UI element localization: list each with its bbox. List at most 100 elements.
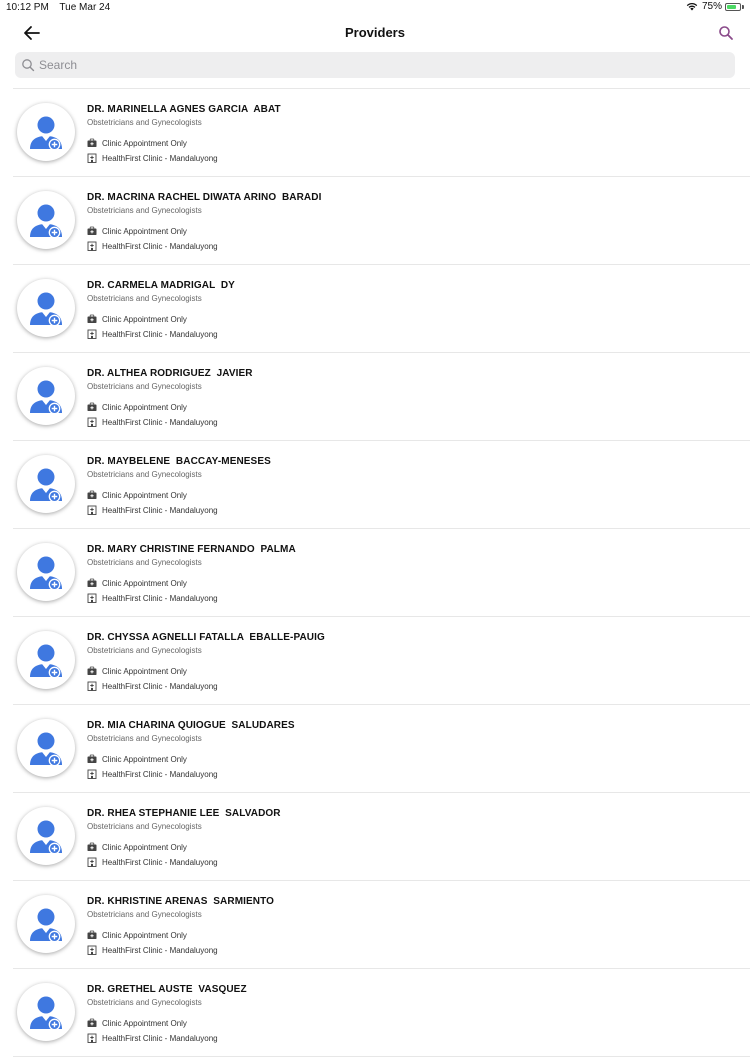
provider-name: DR. MAYBELENE BACCAY-MENESES	[87, 456, 271, 467]
appointment-row: Clinic Appointment Only	[87, 314, 187, 324]
appointment-row: Clinic Appointment Only	[87, 666, 187, 676]
doctor-avatar-icon	[30, 468, 62, 503]
provider-name: DR. MARY CHRISTINE FERNANDO PALMA	[87, 544, 296, 555]
clinic-row: HealthFirst Clinic - Mandaluyong	[87, 1033, 218, 1043]
doctor-avatar-icon	[30, 556, 62, 591]
medical-briefcase-icon	[87, 930, 97, 939]
provider-avatar	[17, 103, 75, 161]
clinic-text: HealthFirst Clinic - Mandaluyong	[102, 417, 218, 427]
appointment-row: Clinic Appointment Only	[87, 490, 187, 500]
provider-name: DR. ALTHEA RODRIGUEZ JAVIER	[87, 368, 253, 379]
clinic-row: HealthFirst Clinic - Mandaluyong	[87, 681, 218, 691]
doctor-avatar-icon	[30, 644, 62, 679]
clinic-text: HealthFirst Clinic - Mandaluyong	[102, 505, 218, 515]
hospital-icon	[87, 241, 97, 251]
medical-briefcase-icon	[87, 578, 97, 587]
clinic-text: HealthFirst Clinic - Mandaluyong	[102, 241, 218, 251]
provider-list-item[interactable]: DR. MARY CHRISTINE FERNANDO PALMA Obstet…	[13, 529, 750, 617]
clinic-row: HealthFirst Clinic - Mandaluyong	[87, 857, 218, 867]
clinic-text: HealthFirst Clinic - Mandaluyong	[102, 681, 218, 691]
appointment-text: Clinic Appointment Only	[102, 842, 187, 852]
medical-briefcase-icon	[87, 226, 97, 235]
hospital-icon	[87, 153, 97, 163]
provider-list-item[interactable]: DR. CHYSSA AGNELLI FATALLA EBALLE-PAUIG …	[13, 617, 750, 705]
provider-specialty: Obstetricians and Gynecologists	[87, 822, 202, 831]
provider-list-item[interactable]: DR. RHEA STEPHANIE LEE SALVADOR Obstetri…	[13, 793, 750, 881]
provider-name: DR. MIA CHARINA QUIOGUE SALUDARES	[87, 720, 295, 731]
medical-briefcase-icon	[87, 402, 97, 411]
provider-avatar	[17, 543, 75, 601]
provider-avatar	[17, 895, 75, 953]
hospital-icon	[87, 681, 97, 691]
clinic-row: HealthFirst Clinic - Mandaluyong	[87, 241, 218, 251]
battery-percent: 75%	[701, 1, 722, 12]
appointment-row: Clinic Appointment Only	[87, 226, 187, 236]
status-bar: 10:12 PM Tue Mar 24 75%	[0, 0, 750, 16]
hospital-icon	[87, 945, 97, 955]
header-search-button[interactable]	[716, 23, 736, 43]
provider-list-item[interactable]: DR. ALTHEA RODRIGUEZ JAVIER Obstetrician…	[13, 353, 750, 441]
provider-specialty: Obstetricians and Gynecologists	[87, 558, 202, 567]
clinic-row: HealthFirst Clinic - Mandaluyong	[87, 945, 218, 955]
clinic-text: HealthFirst Clinic - Mandaluyong	[102, 1033, 218, 1043]
battery-fill	[727, 4, 736, 9]
provider-specialty: Obstetricians and Gynecologists	[87, 118, 202, 127]
page-title: Providers	[345, 25, 405, 40]
provider-specialty: Obstetricians and Gynecologists	[87, 998, 202, 1007]
provider-list-item[interactable]: DR. MAYBELENE BACCAY-MENESES Obstetricia…	[13, 441, 750, 529]
medical-briefcase-icon	[87, 490, 97, 499]
doctor-avatar-icon	[30, 292, 62, 327]
hospital-icon	[87, 593, 97, 603]
appointment-text: Clinic Appointment Only	[102, 930, 187, 940]
provider-list-item[interactable]: DR. MIA CHARINA QUIOGUE SALUDARES Obstet…	[13, 705, 750, 793]
medical-briefcase-icon	[87, 138, 97, 147]
status-date: Tue Mar 24	[59, 2, 111, 13]
clinic-row: HealthFirst Clinic - Mandaluyong	[87, 153, 218, 163]
hospital-icon	[87, 769, 97, 779]
provider-list-item[interactable]: DR. GRETHEL AUSTE VASQUEZ Obstetricians …	[13, 969, 750, 1057]
provider-specialty: Obstetricians and Gynecologists	[87, 294, 202, 303]
provider-avatar	[17, 455, 75, 513]
provider-list-item[interactable]: DR. MARINELLA AGNES GARCIA ABAT Obstetri…	[13, 89, 750, 177]
appointment-text: Clinic Appointment Only	[102, 754, 187, 764]
appointment-text: Clinic Appointment Only	[102, 138, 187, 148]
clinic-row: HealthFirst Clinic - Mandaluyong	[87, 505, 218, 515]
provider-name: DR. CARMELA MADRIGAL DY	[87, 280, 235, 291]
appointment-row: Clinic Appointment Only	[87, 578, 187, 588]
provider-list-item[interactable]: DR. CARMELA MADRIGAL DY Obstetricians an…	[13, 265, 750, 353]
provider-name: DR. KHRISTINE ARENAS SARMIENTO	[87, 896, 275, 907]
appointment-text: Clinic Appointment Only	[102, 666, 187, 676]
battery-icon	[725, 2, 741, 11]
provider-specialty: Obstetricians and Gynecologists	[87, 734, 202, 743]
provider-specialty: Obstetricians and Gynecologists	[87, 470, 202, 479]
search-input[interactable]	[39, 55, 735, 75]
hospital-icon	[87, 857, 97, 867]
status-left: 10:12 PM Tue Mar 24	[6, 2, 118, 13]
provider-avatar	[17, 983, 75, 1041]
hospital-icon	[87, 505, 97, 515]
clinic-text: HealthFirst Clinic - Mandaluyong	[102, 857, 218, 867]
provider-list-item[interactable]: DR. KHRISTINE ARENAS SARMIENTO Obstetric…	[13, 881, 750, 969]
appointment-row: Clinic Appointment Only	[87, 754, 187, 764]
provider-avatar	[17, 191, 75, 249]
doctor-avatar-icon	[30, 204, 62, 239]
provider-specialty: Obstetricians and Gynecologists	[87, 382, 202, 391]
appointment-text: Clinic Appointment Only	[102, 1018, 187, 1028]
provider-list-item[interactable]: DR. MACRINA RACHEL DIWATA ARINO BARADI O…	[13, 177, 750, 265]
doctor-avatar-icon	[30, 820, 62, 855]
appointment-row: Clinic Appointment Only	[87, 1018, 187, 1028]
provider-avatar	[17, 367, 75, 425]
provider-name: DR. MARINELLA AGNES GARCIA ABAT	[87, 104, 281, 115]
provider-avatar	[17, 279, 75, 337]
medical-briefcase-icon	[87, 754, 97, 763]
provider-avatar	[17, 807, 75, 865]
medical-briefcase-icon	[87, 314, 97, 323]
wifi-icon	[686, 2, 698, 11]
clinic-row: HealthFirst Clinic - Mandaluyong	[87, 417, 218, 427]
medical-briefcase-icon	[87, 666, 97, 675]
provider-specialty: Obstetricians and Gynecologists	[87, 910, 202, 919]
appointment-text: Clinic Appointment Only	[102, 226, 187, 236]
search-bar[interactable]	[15, 52, 735, 78]
search-icon	[719, 26, 733, 40]
provider-specialty: Obstetricians and Gynecologists	[87, 206, 202, 215]
